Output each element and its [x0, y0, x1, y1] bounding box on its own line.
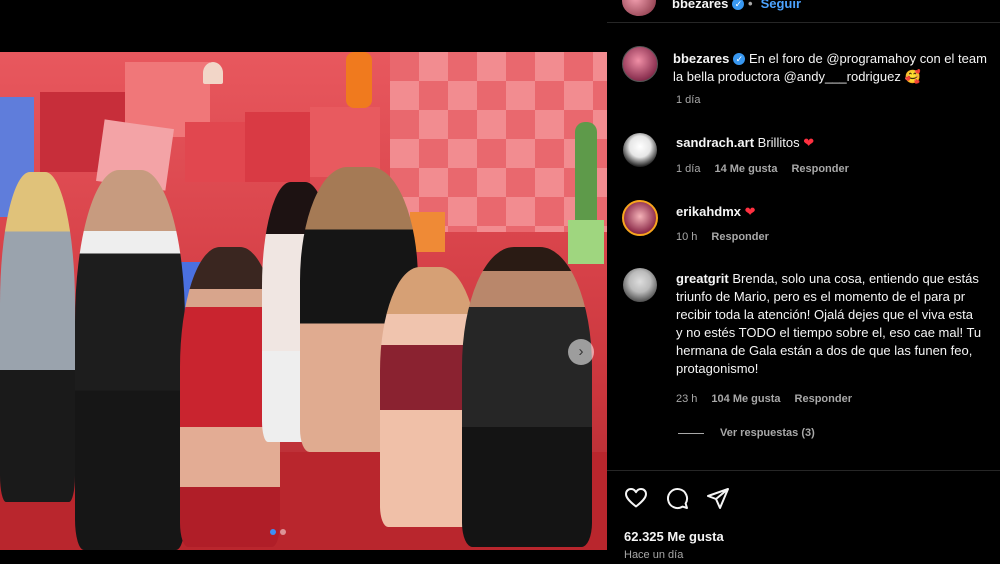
- separator-dot: •: [748, 0, 753, 11]
- header-username[interactable]: bbezares: [672, 0, 728, 11]
- heart-emoji-icon: ❤: [744, 204, 756, 219]
- comment-likes[interactable]: 104 Me gusta: [711, 393, 780, 405]
- comment-avatar[interactable]: [622, 200, 658, 236]
- likes-count[interactable]: 62.325 Me gusta: [624, 529, 724, 544]
- reply-button[interactable]: Responder: [711, 231, 768, 243]
- carousel-dot: [280, 529, 286, 535]
- comment-text-line: y no estés TODO el tiempo sobre el, eso …: [676, 325, 982, 340]
- comment-username[interactable]: greatgrit: [676, 271, 729, 286]
- reply-button[interactable]: Responder: [791, 163, 848, 175]
- comment-likes[interactable]: 14 Me gusta: [714, 163, 777, 175]
- heart-emoji-icon: ❤: [803, 135, 815, 150]
- caption-time: 1 día: [676, 94, 701, 106]
- comment-meta: 10 h Responder: [676, 231, 769, 243]
- set-vase: [346, 52, 372, 108]
- comment-meta: 1 día 14 Me gusta Responder: [676, 163, 849, 175]
- post-photo[interactable]: ›: [0, 52, 607, 550]
- next-photo-button[interactable]: ›: [568, 339, 594, 365]
- comment-avatar[interactable]: [623, 133, 657, 167]
- verified-icon: ✓: [733, 53, 746, 65]
- set-cactus: [575, 122, 597, 232]
- set-cube: [245, 112, 310, 182]
- comment-username[interactable]: erikahdmx: [676, 204, 741, 219]
- carousel-indicator: [270, 529, 286, 535]
- set-cactus-pot: [568, 220, 604, 264]
- caption-line-1: bbezares ✓ En el foro de @programahoy con…: [673, 50, 987, 68]
- comment-text-line: protagonismo!: [676, 361, 759, 376]
- view-replies-button[interactable]: Ver respuestas (3): [678, 427, 815, 439]
- comment-text: Brillitos: [757, 135, 800, 150]
- comment-body: sandrach.art Brillitos ❤: [676, 134, 814, 152]
- comment-meta: 23 h 104 Me gusta Responder: [676, 393, 852, 405]
- comment-text-line: recibir toda la atención! Ojalá dejes qu…: [676, 307, 974, 322]
- header-user: bbezares ✓ • Seguir: [672, 0, 801, 11]
- comment-text-line: triunfo de Mario, pero es el momento de …: [676, 289, 966, 304]
- comment-text-line: hermana de Gala están a dos de que las f…: [676, 343, 973, 358]
- comment-text-line: Brenda, solo una cosa, entiendo que está…: [732, 271, 979, 286]
- post-header: [607, 0, 1000, 23]
- like-heart-icon[interactable]: [624, 486, 648, 510]
- person-1: [0, 172, 75, 502]
- post-date: Hace un día: [624, 549, 684, 561]
- comment-time: 10 h: [676, 231, 698, 243]
- view-replies-label: Ver respuestas (3): [720, 427, 815, 439]
- person-7: [462, 247, 592, 547]
- follow-button[interactable]: Seguir: [761, 0, 801, 11]
- comment-bubble-icon[interactable]: [665, 486, 689, 510]
- divider-line: [678, 432, 704, 434]
- comment-time: 1 día: [676, 163, 701, 175]
- comment-body: greatgrit Brenda, solo una cosa, entiend…: [676, 270, 979, 288]
- person-2: [75, 170, 185, 550]
- share-send-icon[interactable]: [706, 486, 730, 510]
- caption-username[interactable]: bbezares: [673, 51, 729, 66]
- set-cube: [185, 122, 245, 182]
- set-lamp: [203, 62, 223, 84]
- comment-username[interactable]: sandrach.art: [676, 135, 754, 150]
- verified-icon: ✓: [732, 0, 745, 10]
- comment-time: 23 h: [676, 393, 698, 405]
- caption-text-1: En el foro de @programahoy con el team: [749, 51, 987, 66]
- carousel-dot: [270, 529, 276, 535]
- comment-body: erikahdmx ❤: [676, 203, 756, 221]
- reply-button[interactable]: Responder: [795, 393, 852, 405]
- caption-avatar[interactable]: [622, 46, 658, 82]
- comment-avatar[interactable]: [623, 268, 657, 302]
- caption-text-2: la bella productora @andy___rodriguez 🥰: [673, 69, 921, 84]
